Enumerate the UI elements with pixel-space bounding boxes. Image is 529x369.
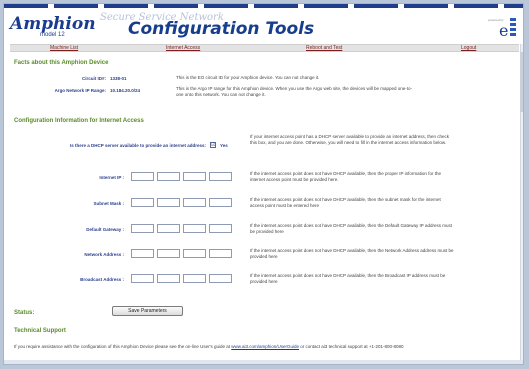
ip-field-description: If the internet access point does not ha… <box>250 273 446 284</box>
brand-letter: e <box>499 21 509 40</box>
nav-reboot-and-test[interactable]: Reboot and Test <box>306 45 342 52</box>
ip-address-input-group <box>131 172 232 181</box>
ip-address-input-group <box>131 224 232 233</box>
support-text-before: If you require assistance with the confi… <box>14 344 230 349</box>
facts-heading: Facts about this Amphion Device <box>14 60 109 66</box>
circuit-label: Circuit ID#: <box>81 76 106 81</box>
config-window: Amphion model 12 Secure Service Network … <box>3 3 524 365</box>
ip-address-input-group <box>131 249 232 258</box>
ip-octet-input[interactable] <box>157 224 180 233</box>
ip-octet-input[interactable] <box>183 274 206 283</box>
ip-field-description: If the internet access point does not ha… <box>250 171 441 182</box>
nav-internet-access[interactable]: Internet Access <box>166 45 200 52</box>
ip-field-label: Default Gateway : <box>86 227 124 232</box>
brand-stripes-icon <box>510 18 516 40</box>
amphion-logo: Amphion model 12 <box>10 14 96 38</box>
config-heading: Configuration Information for Internet A… <box>14 118 144 124</box>
ip-octet-input[interactable] <box>183 198 206 207</box>
support-text-after: or contact ai3 technical support at +1-2… <box>300 344 404 349</box>
ip-octet-input[interactable] <box>209 172 232 181</box>
ip-field-description: If the internet access point does not ha… <box>250 197 441 208</box>
support-heading: Technical Support <box>14 328 66 334</box>
page-title: Configuration Tools <box>128 19 315 39</box>
scrollbar-thumb[interactable] <box>520 52 523 112</box>
ip-field-label: Internet IP : <box>99 175 124 180</box>
ip-octet-input[interactable] <box>131 198 154 207</box>
dhcp-checkbox[interactable]: ☑ <box>210 142 216 148</box>
nav-machine-list[interactable]: Machine List <box>50 45 78 52</box>
ip-octet-input[interactable] <box>131 224 154 233</box>
circuit-description: This is the EO circuit ID for your Amphi… <box>176 75 320 80</box>
nav-bar: Machine List Internet Access Reboot and … <box>10 44 519 52</box>
argo-range-label: Argo Network IP Range: <box>54 88 106 93</box>
ip-octet-input[interactable] <box>131 249 154 258</box>
ip-octet-input[interactable] <box>157 274 180 283</box>
logo-name: Amphion <box>10 14 96 34</box>
ip-octet-input[interactable] <box>209 198 232 207</box>
ip-octet-input[interactable] <box>131 172 154 181</box>
status-label: Status: <box>14 310 35 316</box>
ip-octet-input[interactable] <box>183 172 206 181</box>
ip-octet-input[interactable] <box>209 249 232 258</box>
dhcp-question-label: Is there a DHCP server available to prov… <box>70 143 206 148</box>
ip-octet-input[interactable] <box>183 249 206 258</box>
dhcp-yes-label: Yes <box>220 143 228 148</box>
ip-octet-input[interactable] <box>209 224 232 233</box>
ip-field-label: Broadcast Address : <box>80 277 124 282</box>
circuit-value: 1338-01 <box>110 76 127 81</box>
ip-field-description: If the internet access point does not ha… <box>250 223 452 234</box>
argo-range-description: This is the Argo IP range for this Amphi… <box>176 86 413 97</box>
ip-field-description: If the internet access point does not ha… <box>250 248 454 259</box>
argo-range-value: 10.184.20.0/24 <box>110 88 141 93</box>
dhcp-description: If your internet access point has a DHCP… <box>250 134 450 145</box>
ip-octet-input[interactable] <box>209 274 232 283</box>
bottom-edge <box>4 360 523 364</box>
ip-address-input-group <box>131 274 232 283</box>
ip-field-label: Network Address : <box>84 252 124 257</box>
ip-octet-input[interactable] <box>183 224 206 233</box>
nav-logout[interactable]: Logout <box>461 45 476 52</box>
top-stripe <box>4 4 523 8</box>
ip-octet-input[interactable] <box>157 249 180 258</box>
ip-octet-input[interactable] <box>157 172 180 181</box>
support-text: If you require assistance with the confi… <box>14 344 509 350</box>
ip-octet-input[interactable] <box>157 198 180 207</box>
user-guide-link[interactable]: www.ai3.com/amphion/UserGuide <box>231 344 299 349</box>
ip-octet-input[interactable] <box>131 274 154 283</box>
ip-field-label: Subnet Mask : <box>93 201 124 206</box>
save-parameters-button[interactable]: Save Parameters <box>112 306 183 316</box>
brand-logo: powered by e <box>488 16 520 42</box>
ip-address-input-group <box>131 198 232 207</box>
